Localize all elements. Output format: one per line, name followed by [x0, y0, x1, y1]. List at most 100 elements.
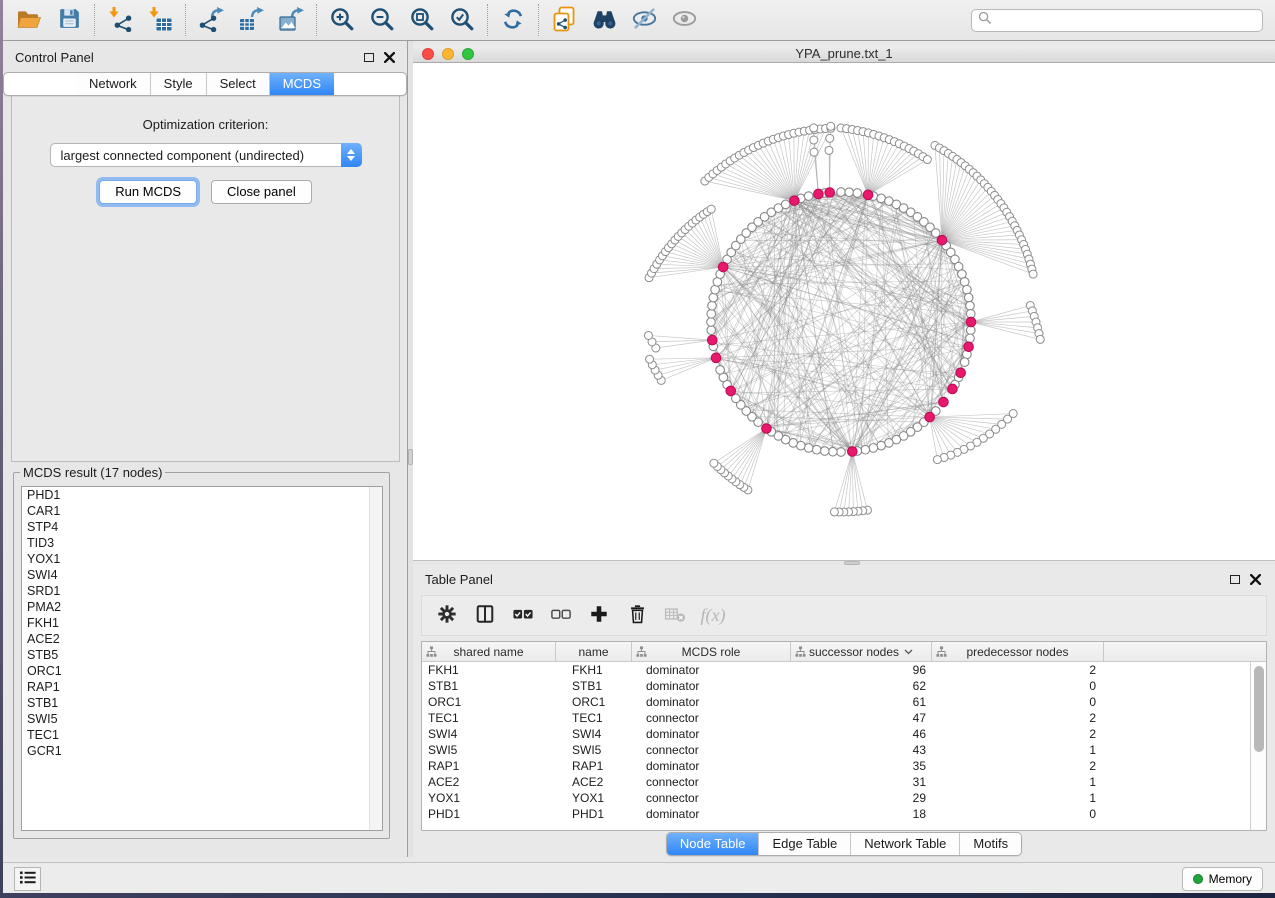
- leaf-node[interactable]: [810, 136, 818, 144]
- float-panel-icon[interactable]: [364, 53, 374, 62]
- fit-content-button[interactable]: [402, 2, 442, 38]
- add-column-button[interactable]: [580, 599, 618, 633]
- result-node[interactable]: TID3: [22, 535, 382, 551]
- mcds-node[interactable]: [848, 447, 858, 457]
- leaf-node[interactable]: [826, 134, 834, 142]
- mcds-node[interactable]: [925, 412, 935, 422]
- tab-network[interactable]: Network: [76, 73, 150, 95]
- network-node[interactable]: [711, 285, 720, 294]
- network-node[interactable]: [709, 293, 718, 302]
- table-row[interactable]: ORC1ORC1dominator610: [422, 694, 1266, 710]
- first-neighbors-button[interactable]: [584, 2, 624, 38]
- network-node[interactable]: [966, 301, 975, 310]
- leaf-node[interactable]: [1036, 335, 1044, 343]
- tab-node-table[interactable]: Node Table: [667, 833, 759, 855]
- table-scrollbar[interactable]: [1250, 662, 1266, 830]
- apply-layout-button[interactable]: [493, 2, 533, 38]
- mcds-node[interactable]: [790, 196, 800, 206]
- network-node[interactable]: [781, 200, 790, 209]
- network-node[interactable]: [966, 334, 975, 343]
- export-image-button[interactable]: [271, 2, 311, 38]
- show-all-button[interactable]: [664, 2, 704, 38]
- close-panel-button[interactable]: Close panel: [211, 180, 312, 204]
- result-node[interactable]: SWI4: [22, 567, 382, 583]
- mcds-node[interactable]: [966, 317, 976, 327]
- network-node[interactable]: [963, 285, 972, 294]
- open-session-button[interactable]: [9, 2, 49, 38]
- network-node[interactable]: [853, 189, 862, 198]
- memory-button[interactable]: Memory: [1182, 867, 1263, 891]
- result-node[interactable]: GCR1: [22, 743, 382, 759]
- table-row[interactable]: TEC1TEC1connector472: [422, 710, 1266, 726]
- result-node[interactable]: TEC1: [22, 727, 382, 743]
- leaf-node[interactable]: [810, 148, 818, 156]
- result-node[interactable]: FKH1: [22, 615, 382, 631]
- column-header-mcds-role[interactable]: MCDS role: [632, 642, 791, 661]
- network-node[interactable]: [960, 358, 969, 367]
- export-table-button[interactable]: [231, 2, 271, 38]
- mcds-node[interactable]: [964, 342, 974, 352]
- leaf-node[interactable]: [830, 508, 838, 516]
- close-panel-icon[interactable]: [384, 52, 395, 63]
- leaf-node[interactable]: [1029, 270, 1037, 278]
- network-node[interactable]: [708, 301, 717, 310]
- tab-mcds[interactable]: MCDS: [269, 73, 334, 95]
- result-node[interactable]: YOX1: [22, 551, 382, 567]
- leaf-node[interactable]: [646, 355, 654, 363]
- leaf-node[interactable]: [923, 156, 931, 164]
- column-header-shared-name[interactable]: shared name: [422, 642, 556, 661]
- result-node[interactable]: STP4: [22, 519, 382, 535]
- table-row[interactable]: SWI4SWI4dominator462: [422, 726, 1266, 742]
- zoom-selected-button[interactable]: [442, 2, 482, 38]
- import-table-button[interactable]: [140, 2, 180, 38]
- table-row[interactable]: FKH1FKH1dominator962: [422, 662, 1266, 678]
- network-node[interactable]: [804, 444, 813, 453]
- network-node[interactable]: [716, 366, 725, 375]
- mcds-node[interactable]: [718, 262, 728, 272]
- export-network-button[interactable]: [191, 2, 231, 38]
- mcds-node[interactable]: [956, 368, 966, 378]
- search-input[interactable]: [996, 13, 1256, 27]
- select-all-button[interactable]: [504, 599, 542, 633]
- mcds-node[interactable]: [726, 386, 736, 396]
- zoom-out-button[interactable]: [362, 2, 402, 38]
- network-node[interactable]: [869, 444, 878, 453]
- tab-motifs[interactable]: Motifs: [959, 833, 1021, 855]
- network-node[interactable]: [877, 441, 886, 450]
- network-node[interactable]: [812, 445, 821, 454]
- result-node[interactable]: PHD1: [22, 487, 382, 503]
- scrollbar-thumb[interactable]: [1254, 666, 1264, 752]
- network-node[interactable]: [707, 310, 716, 319]
- save-session-button[interactable]: [49, 2, 89, 38]
- result-node[interactable]: SWI5: [22, 711, 382, 727]
- leaf-node[interactable]: [710, 459, 718, 467]
- result-node[interactable]: ACE2: [22, 631, 382, 647]
- network-node[interactable]: [707, 326, 716, 335]
- network-canvas[interactable]: [413, 63, 1275, 560]
- result-node[interactable]: PMA2: [22, 599, 382, 615]
- network-node[interactable]: [829, 447, 838, 456]
- result-node[interactable]: SRD1: [22, 583, 382, 599]
- result-node[interactable]: RAP1: [22, 679, 382, 695]
- table-row[interactable]: RAP1RAP1dominator352: [422, 758, 1266, 774]
- tab-network-table[interactable]: Network Table: [850, 833, 959, 855]
- mcds-result-list[interactable]: PHD1CAR1STP4TID3YOX1SWI4SRD1PMA2FKH1ACE2…: [21, 486, 383, 831]
- network-node[interactable]: [960, 278, 969, 287]
- result-scrollbar[interactable]: [369, 487, 382, 830]
- mcds-node[interactable]: [711, 353, 721, 363]
- network-node[interactable]: [804, 192, 813, 201]
- leaf-node[interactable]: [707, 205, 715, 213]
- close-panel-icon[interactable]: [1250, 574, 1261, 585]
- table-settings-button[interactable]: [428, 599, 466, 633]
- function-builder-button[interactable]: f(x): [694, 599, 732, 633]
- network-node[interactable]: [707, 318, 716, 327]
- delete-column-button[interactable]: [618, 599, 656, 633]
- tab-select[interactable]: Select: [206, 73, 269, 95]
- mcds-node[interactable]: [948, 384, 958, 394]
- column-header-successor-nodes[interactable]: successor nodes: [791, 642, 932, 661]
- column-header-predecessor-nodes[interactable]: predecessor nodes: [932, 642, 1104, 661]
- tab-edge-table[interactable]: Edge Table: [758, 833, 850, 855]
- zoom-in-button[interactable]: [322, 2, 362, 38]
- network-node[interactable]: [964, 293, 973, 302]
- leaf-node[interactable]: [825, 146, 833, 154]
